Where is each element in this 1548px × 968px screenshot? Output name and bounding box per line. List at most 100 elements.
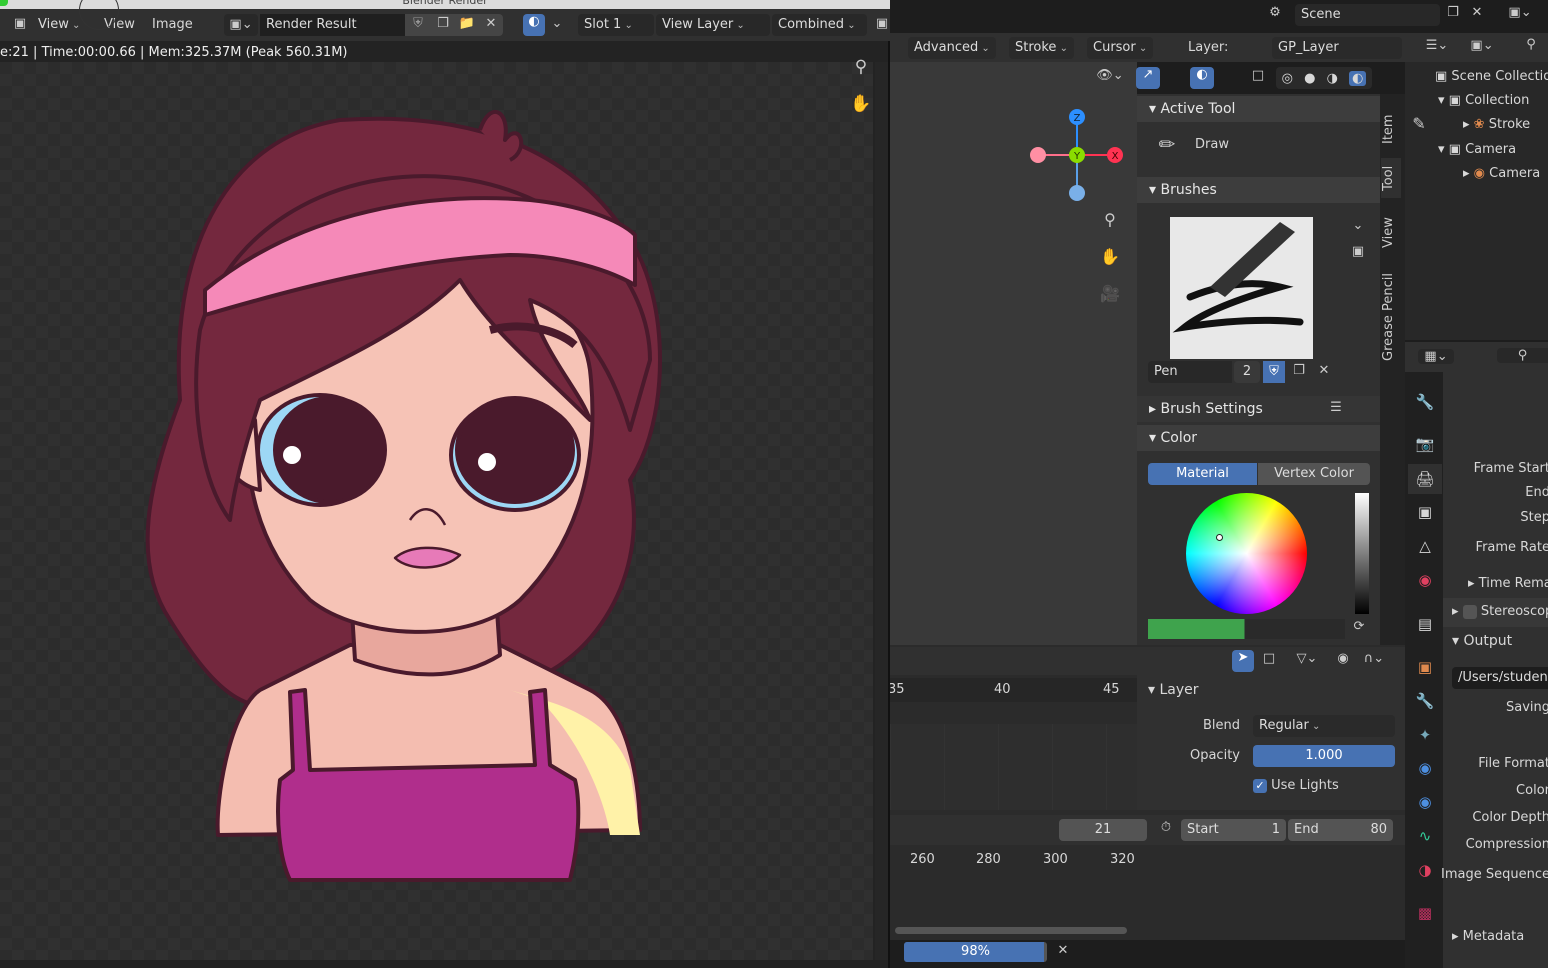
slot-dropdown[interactable]: Slot 1 (578, 14, 654, 36)
shading-modes[interactable]: ◎ ● ◑ ◐ (1276, 67, 1372, 89)
outliner-item-camera-collection[interactable]: ▾ ▣ Camera (1438, 142, 1516, 157)
overlay-toggle-icon[interactable]: ◐ (1190, 67, 1214, 89)
frame-ruler[interactable] (890, 678, 1137, 702)
edit-pencil-icon[interactable]: ✎ (1407, 114, 1431, 133)
brush-users-count[interactable]: 2 (1234, 361, 1260, 383)
outliner-search-icon[interactable]: ⚲ (1518, 37, 1544, 52)
menu-view-1[interactable]: View (32, 14, 86, 36)
new-image-icon[interactable]: ❐ (432, 16, 454, 31)
use-lights-checkbox[interactable]: ✓ Use Lights (1253, 778, 1339, 793)
fake-user-shield-icon[interactable]: ⛨ (1263, 361, 1285, 383)
select-tool-icon[interactable]: ➤ (1232, 650, 1254, 672)
properties-search-icon[interactable]: ⚲ (1497, 348, 1548, 363)
editor-type-image-icon[interactable]: ▣ (8, 16, 32, 31)
fake-user-icon[interactable]: ⛨ (407, 16, 429, 31)
canvas-zoom-icon[interactable]: ⚲ (848, 57, 874, 77)
layer-selector[interactable]: GP_Layer (1272, 37, 1402, 59)
timeline-scrollbar[interactable] (895, 927, 1127, 934)
color-mode-vertex[interactable]: Vertex Color (1258, 463, 1370, 485)
stopwatch-icon[interactable]: ⏱ (1155, 820, 1177, 835)
swap-colors-icon[interactable]: ⟳ (1349, 619, 1369, 634)
scene-icon[interactable]: ⚙ (1260, 5, 1290, 20)
current-frame-field[interactable]: 21 (1059, 819, 1147, 841)
browse-image-icon[interactable]: ▣⌄ (224, 14, 258, 36)
opacity-slider[interactable]: 1.000 (1253, 745, 1395, 767)
display-mode-icon[interactable]: ☰⌄ (1420, 38, 1454, 53)
blend-dropdown[interactable]: Regular (1253, 715, 1395, 737)
box-select-icon[interactable]: □ (1258, 651, 1280, 666)
keyframe-area[interactable] (890, 724, 1137, 810)
view-layer-icon[interactable]: ▣⌄ (1500, 5, 1540, 20)
zoom-icon[interactable]: ⚲ (1098, 210, 1122, 229)
xray-icon[interactable]: □ (1248, 68, 1268, 83)
brush-image-icon[interactable]: ▣ (1348, 244, 1368, 259)
rendered-shading-icon[interactable]: ◐ (1349, 70, 1367, 86)
close-scene-icon[interactable]: ✕ (1467, 5, 1487, 20)
object-props-icon[interactable]: ▣ (1408, 652, 1442, 682)
current-color-swatch[interactable] (1148, 619, 1345, 639)
falloff-icon[interactable]: ∩⌄ (1357, 651, 1391, 666)
output-props-icon[interactable]: 🖨 (1408, 464, 1442, 494)
layer-panel-header[interactable]: ▾ Layer (1148, 682, 1199, 698)
menu-advanced[interactable]: Advanced (908, 37, 996, 59)
color-mode-material[interactable]: Material (1148, 463, 1257, 485)
unlink-image-icon[interactable]: ✕ (480, 16, 502, 31)
render-props-icon[interactable]: 📷 (1408, 429, 1442, 459)
end-frame-field[interactable]: End 80 (1288, 819, 1393, 841)
brush-presets-icon[interactable]: ☰ (1325, 400, 1347, 415)
outliner-item-camera[interactable]: ▸ ◉ Camera (1463, 166, 1540, 181)
constraints-props-icon[interactable]: ◉ (1408, 787, 1442, 817)
filter-icon[interactable]: ▣⌄ (1465, 38, 1499, 53)
new-scene-icon[interactable]: ❐ (1443, 5, 1463, 20)
canvas-pan-icon[interactable]: ✋ (848, 94, 874, 114)
world-props-icon[interactable]: ◉ (1408, 565, 1442, 595)
tool-props-icon[interactable]: 🔧 (1408, 387, 1442, 417)
material-props-icon[interactable]: ◑ (1408, 855, 1442, 885)
gizmo-toggle-icon[interactable]: ↗ (1136, 67, 1160, 89)
brush-name-field[interactable]: Pen (1148, 361, 1232, 383)
tab-tool[interactable]: Tool (1381, 158, 1401, 198)
display-channels-icon[interactable]: ◐ (523, 14, 545, 36)
brush-preview[interactable] (1170, 217, 1313, 359)
navigation-gizmo[interactable]: Z X Y (1025, 105, 1130, 205)
outliner-item-stroke[interactable]: ▸ ❀ Stroke (1463, 117, 1530, 132)
scene-props-icon[interactable]: △ (1408, 531, 1442, 561)
view-layer-dropdown[interactable]: View Layer (656, 14, 770, 36)
output-path-field[interactable]: /Users/student (1452, 667, 1548, 689)
modifier-props-icon[interactable]: 🔧 (1408, 686, 1442, 716)
canvas-scrollbar[interactable] (875, 62, 888, 960)
color-wheel[interactable] (1186, 493, 1307, 614)
panel-brushes[interactable]: ▾ Brushes (1137, 177, 1380, 203)
pan-hand-icon[interactable]: ✋ (1098, 247, 1122, 266)
scene-selector[interactable]: Scene (1295, 4, 1440, 26)
collection-props-icon[interactable]: ▤ (1408, 609, 1442, 639)
start-frame-field[interactable]: Start 1 (1181, 819, 1286, 841)
stereoscopy-header[interactable]: ▸ Stereoscopy (1452, 604, 1548, 619)
cancel-render-icon[interactable]: ✕ (1053, 943, 1073, 958)
camera-view-icon[interactable]: 🎥 (1098, 284, 1122, 303)
outliner-item-scene-collection[interactable]: ▣ Scene Collection (1435, 69, 1548, 84)
image-name-field[interactable]: Render Result (260, 14, 405, 36)
metadata-panel[interactable]: ▸ Metadata (1452, 929, 1524, 944)
menu-image[interactable]: Image (152, 17, 193, 32)
wireframe-shading-icon[interactable]: ◎ (1282, 71, 1293, 86)
pass-dropdown[interactable]: Combined (772, 14, 867, 36)
time-remapping-panel[interactable]: ▸ Time Remapping (1468, 576, 1548, 591)
color-wheel-cursor[interactable] (1216, 534, 1223, 541)
output-panel-header[interactable]: ▾ Output (1452, 633, 1512, 649)
panel-active-tool[interactable]: ▾ Active Tool (1137, 96, 1380, 122)
solid-shading-icon[interactable]: ● (1304, 71, 1315, 86)
menu-stroke[interactable]: Stroke (1009, 37, 1074, 59)
texture-props-icon[interactable]: ▩ (1408, 898, 1442, 928)
dopesheet-filter-icon[interactable]: ▽⌄ (1289, 651, 1325, 666)
outliner-item-collection[interactable]: ▾ ▣ Collection (1438, 93, 1529, 108)
tab-view[interactable]: View (1381, 210, 1401, 255)
menu-cursor[interactable]: Cursor (1087, 37, 1154, 59)
panel-color[interactable]: ▾ Color (1137, 425, 1380, 451)
effects-props-icon[interactable]: ✦ (1408, 720, 1442, 750)
proportional-edit-icon[interactable]: ◉ (1332, 651, 1354, 666)
stereoscopy-checkbox[interactable] (1462, 604, 1477, 619)
duplicate-brush-icon[interactable]: ❐ (1288, 363, 1310, 378)
display-channels-dropdown[interactable]: ⌄ (548, 16, 566, 31)
value-slider[interactable] (1355, 493, 1369, 614)
